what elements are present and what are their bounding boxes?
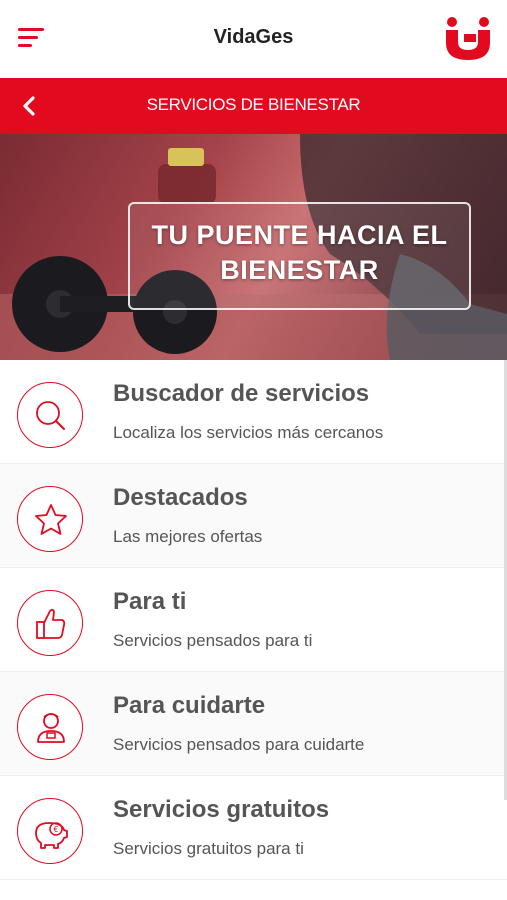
menu-item-description: Localiza los servicios más cercanos	[113, 423, 384, 442]
menu-item-description: Servicios pensados para cuidarte	[113, 735, 365, 754]
piggy-bank-icon: €	[17, 798, 83, 864]
person-icon	[17, 694, 83, 760]
menu-item-description: Servicios pensados para ti	[113, 631, 313, 650]
hero-headline: TU PUENTE HACIA EL BIENESTAR	[128, 218, 471, 288]
menu-item-para-cuidarte[interactable]: Para cuidarte Servicios pensados para cu…	[0, 672, 507, 776]
menu-item-servicios-gratuitos[interactable]: € Servicios gratuitos Servicios gratuito…	[0, 776, 507, 880]
menu-item-title: Buscador de servicios	[113, 380, 370, 407]
menu-item-title: Para cuidarte	[113, 692, 266, 719]
menu-item-destacados[interactable]: Destacados Las mejores ofertas	[0, 464, 507, 568]
svg-text:€: €	[53, 825, 58, 834]
brand-logo-icon	[446, 17, 490, 60]
menu-item-buscador[interactable]: Buscador de servicios Localiza los servi…	[0, 360, 507, 464]
menu-item-para-ti[interactable]: Para ti Servicios pensados para ti	[0, 568, 507, 672]
hero-headline-line-2: BIENESTAR	[220, 255, 379, 285]
search-icon	[17, 382, 83, 448]
menu-item-title: Para ti	[113, 588, 187, 615]
star-icon	[17, 486, 83, 552]
hero-headline-line-1: TU PUENTE HACIA EL	[151, 220, 448, 250]
menu-item-title: Destacados	[113, 484, 248, 511]
app-title: VidaGes	[213, 26, 294, 48]
hero-banner: TU PUENTE HACIA EL BIENESTAR	[0, 134, 507, 360]
menu-item-description: Servicios gratuitos para ti	[113, 839, 304, 858]
menu-item-title: Servicios gratuitos	[113, 796, 330, 823]
section-title: SERVICIOS DE BIENESTAR	[146, 95, 361, 114]
thumbs-up-icon	[17, 590, 83, 656]
menu-item-description: Las mejores ofertas	[113, 527, 263, 546]
top-bar: VidaGes	[0, 0, 507, 78]
section-header: SERVICIOS DE BIENESTAR	[0, 78, 507, 134]
services-menu-list: Buscador de servicios Localiza los servi…	[0, 360, 507, 880]
